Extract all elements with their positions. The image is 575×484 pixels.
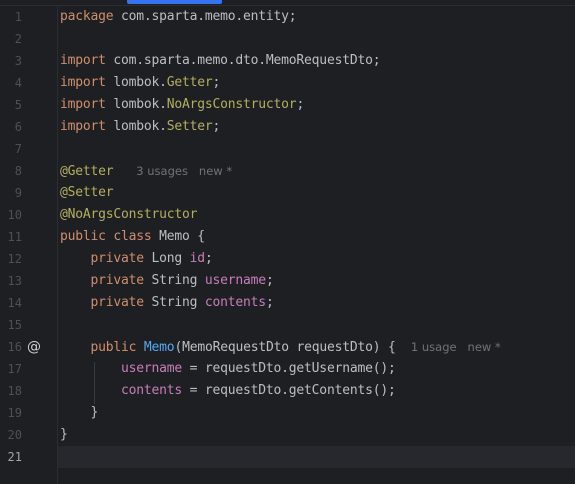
annotation: @Setter xyxy=(60,185,114,200)
line-number: 14 xyxy=(7,296,22,310)
code-text: Memo { xyxy=(151,229,205,244)
code-line[interactable]: 3 import com.sparta.memo.dto.MemoRequest… xyxy=(0,50,575,72)
field-name: id xyxy=(189,251,205,266)
line-number: 7 xyxy=(14,142,22,156)
code-text: lombok. xyxy=(105,97,167,112)
code-line[interactable]: 2 xyxy=(0,28,575,50)
field-name: contents xyxy=(204,295,266,310)
usages-inlay-hint[interactable]: 1 usage new * xyxy=(411,340,501,354)
code-line[interactable]: 10 @NoArgsConstructor xyxy=(0,204,575,226)
code-text: ; xyxy=(212,75,221,90)
code-line[interactable]: 14 private String contents; xyxy=(0,292,575,314)
line-number: 4 xyxy=(14,76,22,90)
line-number: 8 xyxy=(14,164,22,178)
keyword: import xyxy=(60,75,106,90)
annotation: @NoArgsConstructor xyxy=(60,207,198,222)
annotation-name: Setter xyxy=(166,119,213,134)
line-number: 13 xyxy=(7,274,22,288)
code-text: String xyxy=(143,295,205,310)
line-number: 20 xyxy=(7,428,22,442)
field-name: username xyxy=(121,361,183,376)
code-line[interactable]: 16 @ public Memo(MemoRequestDto requestD… xyxy=(0,336,575,358)
constructor-name: Memo xyxy=(143,340,175,355)
keyword: package xyxy=(60,9,114,24)
line-number: 5 xyxy=(14,98,22,112)
line-number: 2 xyxy=(14,32,22,46)
annotation-name: Getter xyxy=(166,75,213,90)
code-line[interactable]: 17 username = requestDto.getUsername(); xyxy=(0,358,575,380)
keyword: private xyxy=(90,295,145,310)
code-text: ; xyxy=(265,273,274,288)
code-line[interactable]: 7 xyxy=(0,138,575,160)
line-number: 21 xyxy=(7,450,22,464)
line-number: 15 xyxy=(7,318,22,332)
code-text: ; xyxy=(296,97,305,112)
code-line[interactable]: 4 import lombok.Getter; xyxy=(0,72,575,94)
code-text: = requestDto.getContents(); xyxy=(182,383,396,398)
code-editor[interactable]: 1 package com.sparta.memo.entity; 2 3 im… xyxy=(0,0,575,484)
code-line[interactable]: 8 @Getter 3 usages new * xyxy=(0,160,575,182)
code-line[interactable]: 20 } xyxy=(0,424,575,446)
code-text: Long xyxy=(143,251,190,266)
code-text: com.sparta.memo.dto.MemoRequestDto; xyxy=(105,53,381,68)
active-tab-indicator xyxy=(127,0,222,4)
code-text: } xyxy=(90,405,99,420)
code-text: ; xyxy=(212,119,221,134)
line-number: 9 xyxy=(14,186,22,200)
keyword: private xyxy=(90,273,145,288)
keyword: private xyxy=(90,251,145,266)
code-line[interactable]: 15 xyxy=(0,314,575,336)
field-name: username xyxy=(204,273,266,288)
line-number: 12 xyxy=(7,252,22,266)
code-text: lombok. xyxy=(105,75,167,90)
code-line[interactable]: 6 import lombok.Setter; xyxy=(0,116,575,138)
line-number: 16 xyxy=(7,340,22,354)
code-line[interactable]: 21 xyxy=(0,446,575,468)
usages-inlay-hint[interactable]: 3 usages new * xyxy=(136,164,232,178)
keyword: import xyxy=(60,119,106,134)
keyword: import xyxy=(60,53,106,68)
code-text: ; xyxy=(265,295,274,310)
code-text: ; xyxy=(204,251,213,266)
code-line[interactable]: 11 public class Memo { xyxy=(0,226,575,248)
code-text: String xyxy=(143,273,205,288)
code-line[interactable]: 9 @Setter xyxy=(0,182,575,204)
code-text: } xyxy=(60,427,68,442)
field-name: contents xyxy=(121,383,183,398)
line-number: 11 xyxy=(7,230,22,244)
code-line[interactable]: 13 private String username; xyxy=(0,270,575,292)
code-line[interactable]: 1 package com.sparta.memo.entity; xyxy=(0,6,575,28)
code-text: (MemoRequestDto requestDto) { xyxy=(174,340,396,355)
implementation-at-icon[interactable]: @ xyxy=(26,339,42,355)
line-number: 19 xyxy=(7,406,22,420)
line-number: 3 xyxy=(14,54,22,68)
line-number: 17 xyxy=(7,362,22,376)
keyword: import xyxy=(60,97,106,112)
code-text: lombok. xyxy=(105,119,167,134)
code-text: com.sparta.memo.entity; xyxy=(113,9,297,24)
line-number: 6 xyxy=(14,120,22,134)
annotation-name: NoArgsConstructor xyxy=(166,97,297,112)
keyword: public class xyxy=(60,229,152,244)
line-number: 1 xyxy=(14,10,22,24)
code-line[interactable]: 19 } xyxy=(0,402,575,424)
code-line[interactable]: 18 contents = requestDto.getContents(); xyxy=(0,380,575,402)
code-text: = requestDto.getUsername(); xyxy=(182,361,396,376)
line-number: 18 xyxy=(7,384,22,398)
annotation: @Getter xyxy=(60,164,114,179)
code-line[interactable]: 5 import lombok.NoArgsConstructor; xyxy=(0,94,575,116)
code-line[interactable]: 12 private Long id; xyxy=(0,248,575,270)
line-number: 10 xyxy=(7,208,22,222)
keyword: public xyxy=(90,340,137,355)
